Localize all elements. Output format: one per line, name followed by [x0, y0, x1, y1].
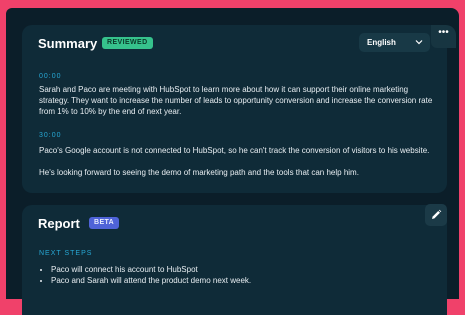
language-value: English	[367, 38, 396, 47]
report-card: Report BETA NEXT STEPS Paco will connect…	[22, 205, 447, 315]
report-title: Report	[38, 216, 80, 231]
next-steps-list: Paco will connect his account to HubSpot…	[39, 264, 431, 286]
next-steps-label: NEXT STEPS	[39, 250, 93, 257]
timestamp[interactable]: 30:00	[39, 132, 62, 139]
pencil-icon	[432, 209, 442, 219]
beta-badge: BETA	[89, 217, 120, 229]
reviewed-badge: REVIEWED	[102, 37, 153, 49]
summary-title: Summary	[38, 36, 98, 51]
chevron-down-icon	[415, 40, 423, 45]
more-options-button[interactable]: •••	[431, 25, 456, 48]
timestamp[interactable]: 00:00	[39, 73, 62, 80]
list-item: Paco and Sarah will attend the product d…	[51, 275, 431, 286]
list-item: Paco will connect his account to HubSpot	[51, 264, 431, 275]
edit-button[interactable]	[425, 204, 447, 226]
notes-panel: Summary REVIEWED English ••• 00:00 Sarah…	[6, 8, 459, 315]
summary-paragraph: He's looking forward to seeing the demo …	[39, 168, 359, 177]
summary-card: Summary REVIEWED English ••• 00:00 Sarah…	[22, 25, 456, 193]
language-select[interactable]: English	[359, 33, 430, 52]
summary-paragraph: Paco's Google account is not connected t…	[39, 146, 430, 155]
more-dots-icon: •••	[438, 27, 449, 38]
summary-paragraph: Sarah and Paco are meeting with HubSpot …	[39, 85, 433, 116]
